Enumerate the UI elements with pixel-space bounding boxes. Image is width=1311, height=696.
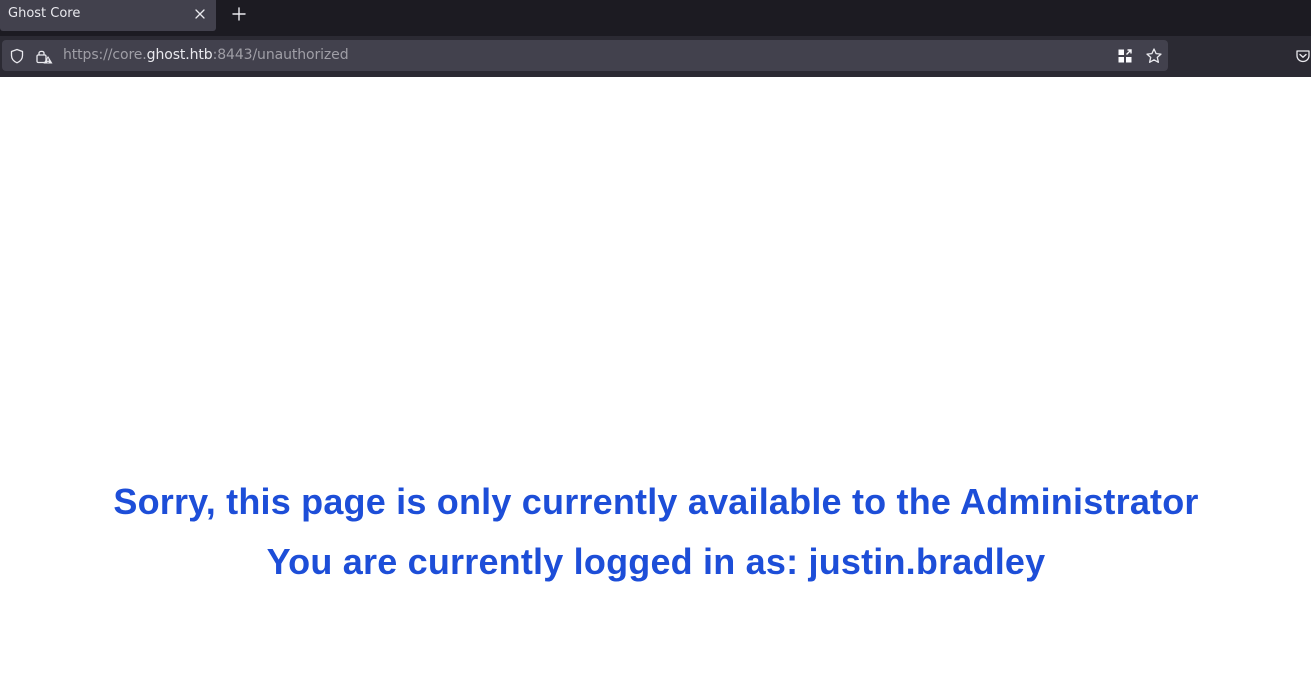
nav-toolbar: https://core.ghost.htb:8443/unauthorized (0, 36, 1311, 77)
page-content: Sorry, this page is only currently avail… (0, 77, 1311, 696)
logged-in-user-message: You are currently logged in as: justin.b… (266, 541, 1046, 582)
plus-icon[interactable] (230, 5, 248, 23)
star-icon[interactable] (1145, 47, 1163, 65)
tab-ghost-core[interactable]: Ghost Core (0, 0, 216, 31)
url-host: ghost.htb (146, 47, 213, 63)
qr-code-icon[interactable] (1117, 48, 1133, 64)
tab-title: Ghost Core (8, 6, 81, 21)
url-bar[interactable]: https://core.ghost.htb:8443/unauthorized (2, 40, 1168, 71)
shield-icon[interactable] (9, 48, 25, 64)
unauthorized-message: Sorry, this page is only currently avail… (113, 481, 1199, 522)
pocket-icon[interactable] (1295, 48, 1311, 64)
tab-bar: Ghost Core (0, 0, 1311, 36)
url-suffix: :8443/unauthorized (212, 47, 349, 63)
lock-warning-icon[interactable] (35, 48, 53, 64)
url-prefix: https://core. (63, 47, 147, 63)
close-icon[interactable] (192, 6, 208, 22)
url-text[interactable]: https://core.ghost.htb:8443/unauthorized (63, 47, 349, 63)
browser-chrome: Ghost Core https://core.ghost.htb:8443/u… (0, 0, 1311, 77)
